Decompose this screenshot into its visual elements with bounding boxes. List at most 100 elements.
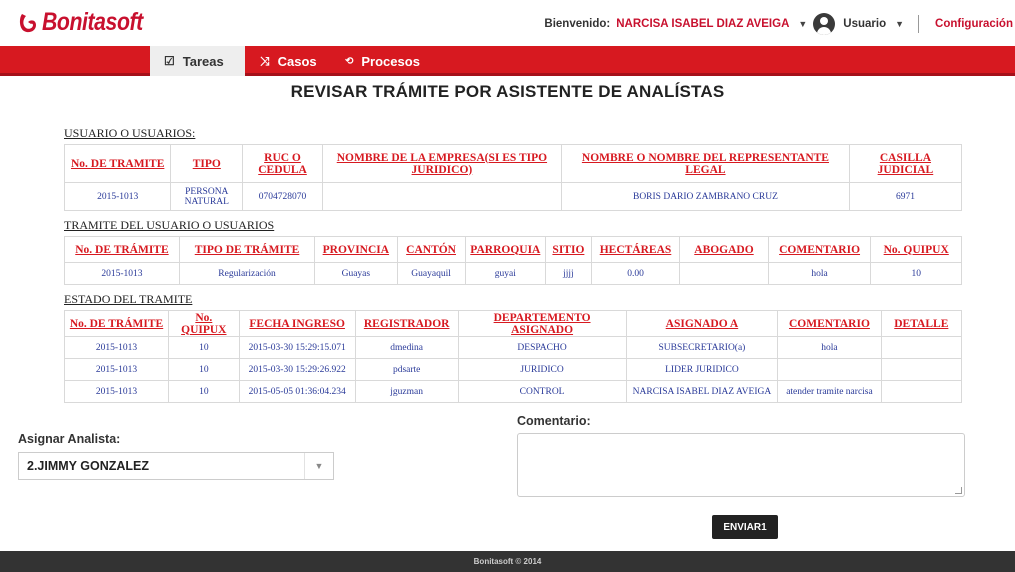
col-header: FECHA INGRESO [238, 310, 356, 337]
table-row: 2015-1013 10 2015-03-30 15:29:15.071 dme… [63, 336, 963, 359]
table-cell: 10 [168, 358, 240, 381]
table-cell: CONTROL [457, 380, 627, 403]
table-cell: DESPACHO [457, 336, 627, 359]
table-cell: Regularización [178, 262, 316, 285]
section-title-usuarios: USUARIO O USUARIOS: [64, 126, 196, 140]
table-cell: Guayas [314, 262, 398, 285]
col-header: No. DE TRAMITE [63, 144, 172, 183]
user-bar: Bienvenido: NARCISA ISABEL DIAZ AVEIGA ▼… [544, 12, 1015, 36]
table-cell: 2015-1013 [63, 182, 172, 211]
process-icon: ⟲ [345, 55, 354, 67]
col-header: NOMBRE O NOMBRE DEL REPRESENTANTE LEGAL [560, 144, 850, 183]
chevron-down-icon[interactable]: ▼ [895, 19, 904, 29]
col-header: REGISTRADOR [354, 310, 459, 337]
col-header: CANTÓN [396, 236, 466, 263]
table-cell: 10 [168, 380, 240, 403]
table-cell[interactable] [880, 336, 963, 359]
comment-textarea[interactable] [517, 433, 965, 497]
col-header: DETALLE [880, 310, 963, 337]
col-header: COMENTARIO [767, 236, 872, 263]
settings-link[interactable]: Configuración [935, 18, 1013, 30]
table-cell: 2015-1013 [63, 336, 170, 359]
comment-label: Comentario: [517, 414, 591, 428]
table-cell: jjjj [545, 262, 592, 285]
tab-procesos[interactable]: ⟲ Procesos [331, 46, 431, 76]
estado-table: No. DE TRÁMITE No. QUIPUX FECHA INGRESO … [63, 310, 963, 403]
col-header: ASIGNADO A [625, 310, 779, 337]
bonitasoft-logo-icon [19, 13, 36, 32]
user-menu[interactable]: Usuario [843, 18, 886, 30]
checkbox-icon: ☑ [164, 54, 175, 68]
table-cell: atender tramite narcisa [777, 380, 882, 403]
col-header: TIPO [170, 144, 244, 183]
table-cell: 2015-1013 [63, 380, 170, 403]
table-cell[interactable] [880, 380, 963, 403]
tab-tareas[interactable]: ☑ Tareas [150, 46, 245, 76]
table-cell: 10 [870, 262, 962, 285]
col-header: NOMBRE DE LA EMPRESA(SI ES TIPO JURIDICO… [321, 144, 562, 183]
submit-button[interactable]: ENVIAR1 [712, 515, 778, 539]
tab-label: Procesos [361, 53, 420, 69]
bonitasoft-logo[interactable]: Bonitasoft [18, 8, 161, 37]
resize-handle-icon[interactable] [955, 487, 962, 494]
table-cell: pdsarte [354, 358, 459, 381]
chevron-down-icon[interactable]: ▼ [304, 453, 333, 479]
col-header: RUC O CEDULA [242, 144, 323, 183]
table-cell: LIDER JURIDICO [625, 358, 779, 381]
table-cell: guyai [464, 262, 547, 285]
table-cell: Guayaquil [396, 262, 466, 285]
col-header: No. QUIPUX [168, 310, 240, 337]
table-cell: hola [767, 262, 872, 285]
table-cell: dmedina [354, 336, 459, 359]
analyst-selected-value: 2.JIMMY GONZALEZ [27, 459, 150, 473]
table-cell: NARCISA ISABEL DIAZ AVEIGA [625, 380, 779, 403]
col-header: PROVINCIA [314, 236, 398, 263]
usuarios-table: No. DE TRAMITE TIPO RUC O CEDULA NOMBRE … [63, 144, 963, 211]
col-header: TIPO DE TRÁMITE [178, 236, 316, 263]
section-title-tramite: TRAMITE DEL USUARIO O USUARIOS [64, 218, 275, 232]
tab-label: Tareas [182, 53, 224, 69]
table-cell: 0.00 [590, 262, 681, 285]
table-cell [321, 182, 562, 211]
col-header: No. DE TRÁMITE [64, 236, 180, 263]
table-cell: JURIDICO [457, 358, 627, 381]
table-cell[interactable] [880, 358, 963, 381]
col-header: No. QUIPUX [870, 236, 962, 263]
table-cell [777, 358, 882, 381]
col-header: COMENTARIO [777, 310, 882, 337]
col-header: HECTÁREAS [590, 236, 681, 263]
tab-casos[interactable]: ⤨ Casos [246, 46, 330, 76]
avatar-icon[interactable] [813, 13, 836, 35]
tab-label: Casos [277, 53, 317, 69]
col-header: PARROQUIA [464, 236, 547, 263]
col-header: DEPARTEMENTO ASIGNADO [457, 310, 627, 337]
col-header: SITIO [545, 236, 592, 263]
table-row: 2015-1013 10 2015-03-30 15:29:26.922 pds… [63, 358, 963, 381]
col-header: ABOGADO [679, 236, 769, 263]
table-cell: 2015-1013 [63, 358, 170, 381]
footer-text: Bonitasoft © 2014 [473, 557, 542, 566]
analyst-label: Asignar Analista: [18, 432, 121, 446]
table-cell: 0704728070 [242, 182, 323, 211]
table-cell: 2015-03-30 15:29:15.071 [238, 336, 356, 359]
welcome-text: Bienvenido: [544, 18, 611, 30]
table-cell: SUBSECRETARIO(a) [625, 336, 779, 359]
col-header: No. DE TRÁMITE [63, 310, 170, 337]
table-cell: BORIS DARIO ZAMBRANO CRUZ [560, 182, 850, 211]
user-name[interactable]: NARCISA ISABEL DIAZ AVEIGA [616, 18, 789, 30]
shuffle-icon: ⤨ [260, 53, 270, 68]
footer: Bonitasoft © 2014 [0, 551, 1015, 572]
chevron-down-icon[interactable]: ▼ [798, 19, 807, 29]
table-cell [679, 262, 769, 285]
table-row: 2015-1013 10 2015-05-05 01:36:04.234 jgu… [63, 380, 963, 403]
top-bar: Bonitasoft Bienvenido: NARCISA ISABEL DI… [0, 0, 1015, 46]
page-title: REVISAR TRÁMITE POR ASISTENTE DE ANALÍST… [290, 82, 725, 101]
table-cell: 2015-03-30 15:29:26.922 [238, 358, 356, 381]
analyst-select[interactable]: 2.JIMMY GONZALEZ ▼ [18, 452, 334, 480]
section-title-estado: ESTADO DEL TRAMITE [64, 292, 193, 306]
col-header: CASILLA JUDICIAL [848, 144, 963, 183]
table-cell: 2015-1013 [64, 262, 180, 285]
tramite-table: No. DE TRÁMITE TIPO DE TRÁMITE PROVINCIA… [64, 236, 962, 285]
table-row: 2015-1013 Regularización Guayas Guayaqui… [64, 262, 962, 285]
divider [918, 15, 920, 33]
